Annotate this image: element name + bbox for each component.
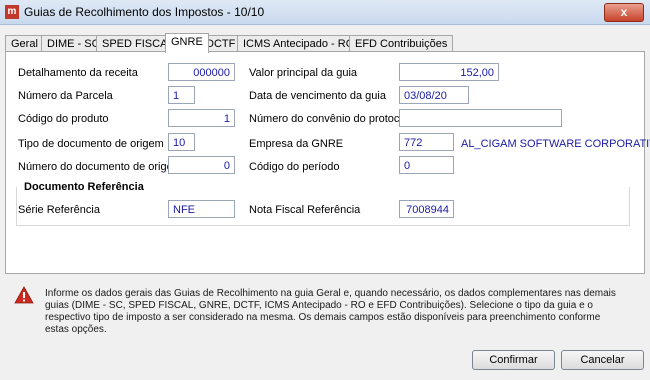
documento-referencia-title: Documento Referência [24, 181, 148, 193]
periodo-label: Código do período [249, 161, 340, 173]
detalhamento-label: Detalhamento da receita [18, 67, 138, 79]
serie-referencia-label: Série Referência [18, 204, 100, 216]
cancel-button[interactable]: Cancelar [561, 350, 644, 370]
vencimento-field[interactable]: 03/08/20 [399, 86, 469, 104]
num-doc-label: Número do documento de origem [18, 161, 182, 173]
tipo-doc-label: Tipo de documento de origem [18, 138, 164, 150]
serie-referencia-field[interactable]: NFE [168, 200, 235, 218]
num-doc-field[interactable]: 0 [168, 156, 235, 174]
close-button[interactable]: x [604, 3, 644, 22]
gnre-panel: Detalhamento da receita 000000 Número da… [5, 51, 650, 274]
info-area: Informe os dados gerais das Guias de Rec… [5, 278, 645, 340]
window-title: Guias de Recolhimento dos Impostos - 10/… [24, 5, 265, 19]
detalhamento-field[interactable]: 000000 [168, 63, 235, 81]
tab-geral[interactable]: Geral [5, 35, 44, 52]
empresa-field[interactable]: 772 [399, 133, 454, 151]
produto-field[interactable]: 1 [168, 109, 235, 127]
confirm-button[interactable]: Confirmar [472, 350, 555, 370]
parcela-label: Número da Parcela [18, 90, 113, 102]
tab-gnre[interactable]: GNRE [165, 33, 209, 53]
tab-efd-contribuicoes[interactable]: EFD Contribuições [349, 35, 454, 52]
warning-icon [14, 286, 34, 304]
convenio-label: Número do convênio do protocolo [249, 113, 415, 125]
convenio-field[interactable] [399, 109, 562, 127]
valor-label: Valor principal da guia [249, 67, 358, 79]
vencimento-label: Data de vencimento da guia [249, 90, 386, 102]
nota-referencia-field[interactable]: 7008944 [399, 200, 454, 218]
tipo-doc-field[interactable]: 10 [168, 133, 195, 151]
empresa-label: Empresa da GNRE [249, 138, 344, 150]
window-titlebar: m Guias de Recolhimento dos Impostos - 1… [0, 0, 650, 25]
nota-referencia-label: Nota Fiscal Referência [249, 204, 361, 216]
info-text: Informe os dados gerais das Guias de Rec… [45, 288, 616, 335]
app-icon: m [5, 5, 19, 19]
produto-label: Código do produto [18, 113, 109, 125]
tab-icms-antecipado-ro[interactable]: ICMS Antecipado - RO [237, 35, 361, 52]
empresa-name: AL_CIGAM SOFTWARE CORPORATIVO S [461, 138, 650, 150]
parcela-field[interactable]: 1 [168, 86, 195, 104]
periodo-field[interactable]: 0 [399, 156, 454, 174]
valor-field[interactable]: 152,00 [399, 63, 499, 81]
